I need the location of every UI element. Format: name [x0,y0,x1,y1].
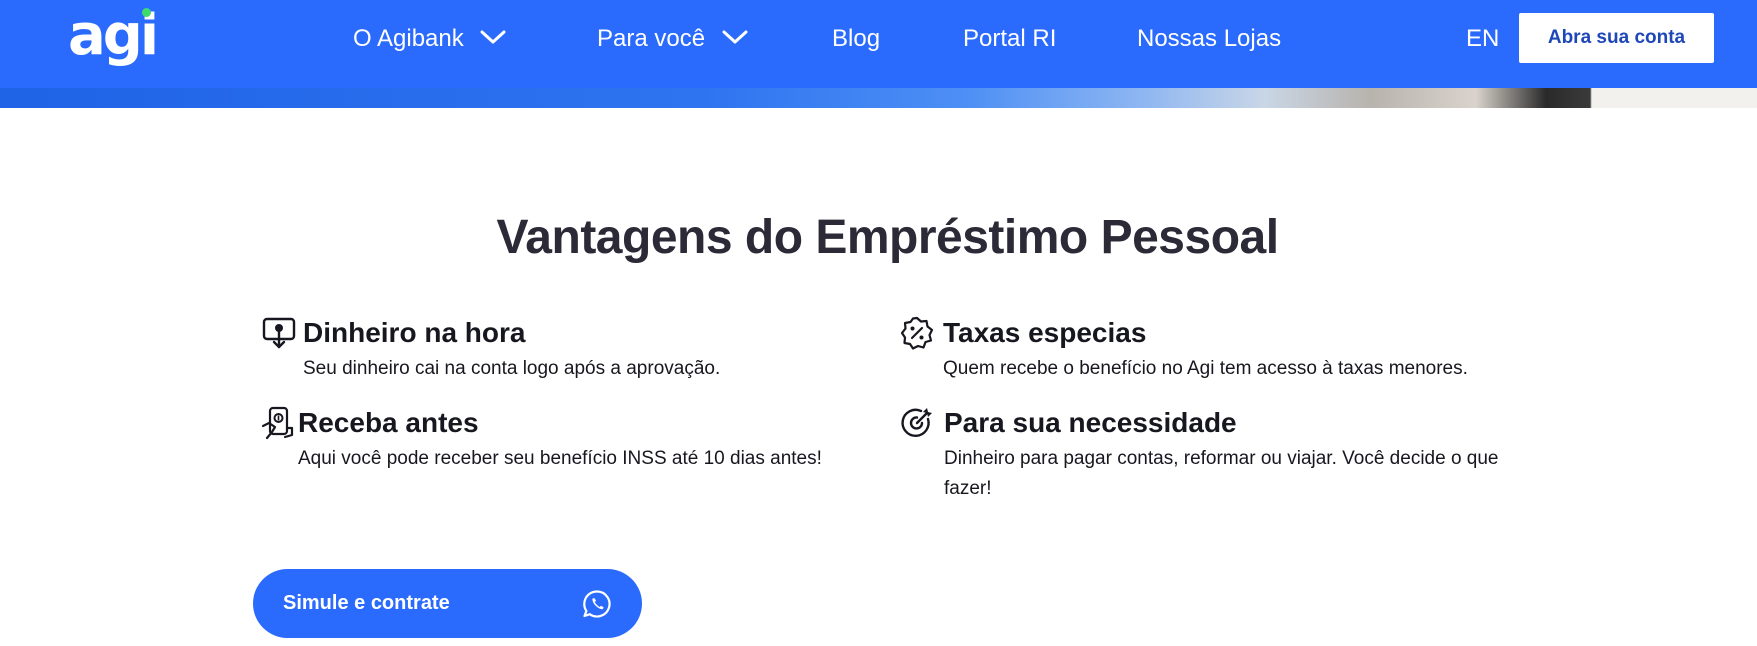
top-navbar: agi O Agibank Para você Blog Portal RI N… [0,0,1757,88]
feature-description: Quem recebe o benefício no Agi tem acess… [943,358,1468,379]
simule-contrate-label: Simule e contrate [283,592,450,614]
feature-description: Dinheiro para pagar contas, reformar ou … [944,448,1499,499]
section-title: Vantagens do Empréstimo Pessoal [496,211,1279,264]
chevron-down-icon [722,21,748,55]
nav-item-label: Blog [832,25,881,52]
nav-item-label: Nossas Lojas [1137,25,1282,52]
open-account-button[interactable]: Abra sua conta [1519,13,1714,63]
nav-item-o-agibank[interactable]: O Agibank [353,22,506,56]
language-switch[interactable]: EN [1466,22,1499,56]
simule-contrate-button[interactable]: Simule e contrate [253,569,642,638]
language-label: EN [1466,25,1500,52]
nav-item-blog[interactable]: Blog [832,22,880,56]
money-download-icon [262,316,296,350]
feature-title: Dinheiro na hora [303,317,526,348]
percent-badge-icon [900,316,934,350]
feature-title: Receba antes [298,407,479,438]
nav-item-nossas-lojas[interactable]: Nossas Lojas [1137,22,1281,56]
whatsapp-icon [582,589,612,619]
logo-dot [142,8,151,17]
nav-item-label: O Agibank [353,25,464,52]
feature-title: Taxas especias [943,317,1147,348]
feature-description: Seu dinheiro cai na conta logo após a ap… [303,358,721,379]
nav-item-label: Portal RI [963,25,1057,52]
chevron-down-icon [480,21,506,55]
target-icon [900,406,934,440]
feature-description: Aqui você pode receber seu benefício INS… [298,448,822,469]
nav-item-para-voce[interactable]: Para você [597,22,748,56]
hand-phone-money-icon [261,406,295,440]
nav-item-label: Para você [597,25,706,52]
feature-title: Para sua necessidade [944,407,1237,438]
hero-image-strip [0,86,1757,108]
nav-item-portal-ri[interactable]: Portal RI [963,22,1056,56]
